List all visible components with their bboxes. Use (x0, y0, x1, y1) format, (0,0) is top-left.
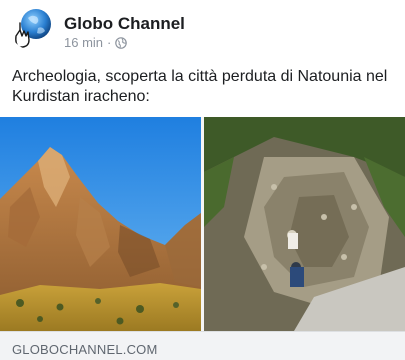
post-meta: 16 min · (64, 35, 128, 50)
globe-icon (115, 36, 128, 49)
post-photos[interactable] (0, 117, 405, 331)
meta-separator: · (107, 35, 112, 50)
excavation-image (204, 117, 405, 331)
link-domain[interactable]: GLOBOCHANNEL.COM (12, 342, 158, 357)
author-name[interactable]: Globo Channel (64, 14, 185, 34)
avatar[interactable] (10, 6, 54, 50)
photo-excavation-site[interactable] (204, 117, 405, 331)
post-text: Archeologia, scoperta la città perduta d… (12, 68, 388, 105)
photo-mountain-landscape[interactable] (0, 117, 201, 331)
globe-hand-logo-icon (10, 6, 54, 50)
post-timestamp[interactable]: 16 min (64, 35, 103, 50)
mountain-image (0, 117, 201, 331)
post-header: Globo Channel 16 min · (0, 0, 405, 62)
